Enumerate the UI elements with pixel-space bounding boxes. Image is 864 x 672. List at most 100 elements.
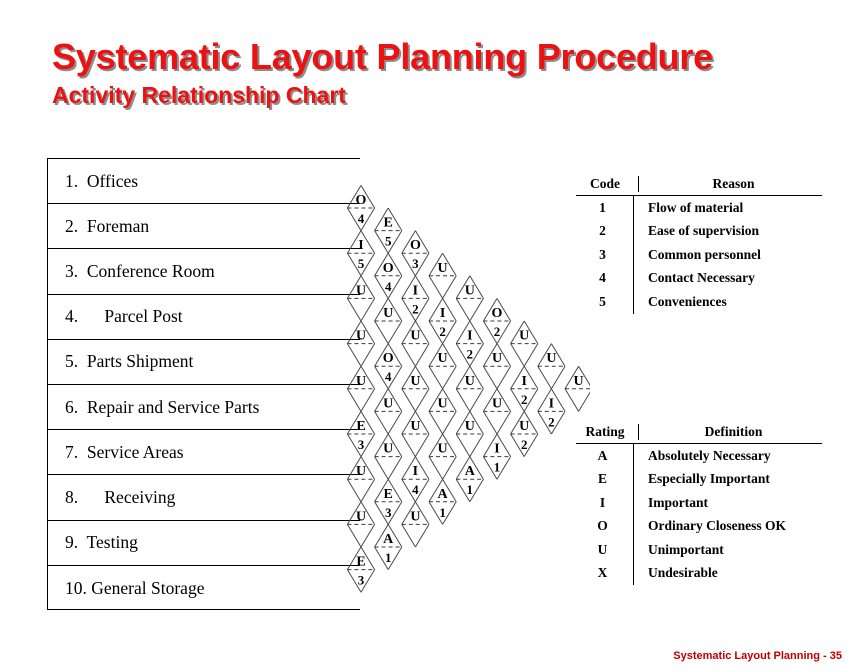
reason-legend-header-code: Code [576,176,639,192]
matrix-cell-rating: U [438,351,448,366]
matrix-cell-reason: 1 [494,460,501,475]
matrix-cell-reason: 3 [358,573,365,588]
matrix-cell-rating: U [492,396,502,411]
reason-code: 5 [576,290,634,314]
matrix-cell-rating: U [492,351,502,366]
matrix-cell-reason: 2 [467,347,474,362]
matrix-cell-rating: U [465,374,475,389]
rating-code: I [576,491,634,515]
rating-code: A [576,444,634,468]
matrix-cell-rating: I [467,329,472,344]
matrix-cell-rating: E [384,487,393,502]
matrix-cell-rating: A [438,487,449,502]
matrix-cell-rating: I [494,442,499,457]
matrix-cell-reason: 2 [494,324,501,339]
activity-label: 5. Parts Shipment [65,351,194,372]
matrix-cell-rating: U [356,509,366,524]
rating-legend-row: A Absolutely Necessary [576,444,822,468]
title-block: Systematic Layout Planning Procedure Act… [52,36,812,109]
reason-code: 2 [576,219,634,243]
matrix-cell-rating: U [356,464,366,479]
matrix-cell-rating: U [383,306,393,321]
activity-row: 5. Parts Shipment [48,340,360,385]
matrix-cell-rating: U [356,329,366,344]
reason-legend-header-reason: Reason [712,176,755,191]
matrix-cell-rating: U [574,374,584,389]
matrix-cell-reason: 2 [521,392,528,407]
matrix-cell-rating: U [519,329,529,344]
activity-list: 1. Offices 2. Foreman 3. Conference Room 4.… [47,158,360,610]
matrix-cell-rating: U [438,396,448,411]
matrix-cell-rating: E [356,419,365,434]
reason-text: Common personnel [648,246,761,262]
rating-legend: Rating Definition A Absolutely Necessary E… [576,424,822,585]
matrix-cell-rating: U [465,419,475,434]
rating-code: X [576,561,634,585]
activity-row: 6. Repair and Service Parts [48,385,360,431]
matrix-cell-rating: U [519,419,529,434]
matrix-cell-rating: U [356,283,366,298]
matrix-cell-rating: I [521,374,526,389]
matrix-cell-rating: A [465,464,476,479]
matrix-cell-reason: 4 [385,279,392,294]
rating-legend-row: X Undesirable [576,561,822,585]
matrix-cell-rating: O [410,238,421,253]
activity-label: 1. Offices [65,170,139,191]
matrix-cell-rating: O [383,351,394,366]
rating-definition: Especially Important [648,471,770,487]
matrix-cell-rating: E [356,555,365,570]
rating-code: E [576,467,634,491]
reason-legend-row: 4 Contact Necessary [576,266,822,290]
matrix-cell-reason: 3 [385,505,392,520]
activity-label: 10. General Storage [65,577,205,598]
matrix-cell-rating: O [492,306,503,321]
reason-text: Conveniences [648,293,727,309]
matrix-cell-rating: I [413,464,418,479]
matrix-cell-reason: 4 [385,369,392,384]
matrix-cell-rating: U [438,261,448,276]
rating-definition: Ordinary Closeness OK [648,518,787,534]
rating-definition: Undesirable [648,565,718,581]
reason-legend-row: 3 Common personnel [576,243,822,267]
reason-legend: Code Reason 1 Flow of material 2 Ease of su… [576,176,822,314]
matrix-cell-reason: 2 [548,414,555,429]
matrix-cell-reason: 4 [412,482,419,497]
rating-legend-header: Rating Definition [576,424,822,444]
activity-label: 9. Testing [65,532,138,553]
matrix-cell-reason: 1 [385,550,392,565]
activity-label: 7. Service Areas [65,441,184,462]
matrix-cell-reason: 5 [385,234,392,249]
activity-row: 8. Receiving [48,475,360,521]
matrix-cell-rating: U [410,509,420,524]
matrix-cell-reason: 1 [439,505,446,520]
activity-label: 2. Foreman [65,215,150,236]
slide-footer: Systematic Layout Planning - 35 [673,650,842,662]
matrix-cell-rating: E [384,216,393,231]
activity-row: 9. Testing [48,521,360,566]
matrix-cell-reason: 2 [521,437,528,452]
rating-legend-row: O Ordinary Closeness OK [576,514,822,538]
reason-text: Flow of material [648,199,744,215]
matrix-cell-rating: I [440,306,445,321]
reason-code: 3 [576,243,634,267]
matrix-cell-rating: U [383,442,393,457]
matrix-cell-reason: 1 [467,482,474,497]
reason-legend-row: 2 Ease of supervision [576,219,822,243]
activity-label: 6. Repair and Service Parts [65,396,260,417]
activity-label: 4. Parcel Post [65,306,183,327]
matrix-cell-rating: O [383,261,394,276]
matrix-cell-rating: U [356,374,366,389]
matrix-cell-reason: 3 [358,437,365,452]
matrix-cell-reason: 2 [439,324,446,339]
reason-text: Contact Necessary [648,270,755,286]
matrix-cell-reason: 5 [358,256,365,271]
reason-legend-row: 5 Conveniences [576,290,822,314]
rating-code: U [576,538,634,562]
activity-row: 7. Service Areas [48,430,360,476]
matrix-cell-rating: U [438,442,448,457]
rating-legend-row: I Important [576,491,822,515]
rating-legend-header-definition: Definition [704,424,763,439]
activity-row: 3. Conference Room [48,249,360,295]
matrix-cell-rating: O [356,193,367,208]
matrix-cell-rating: U [383,396,393,411]
